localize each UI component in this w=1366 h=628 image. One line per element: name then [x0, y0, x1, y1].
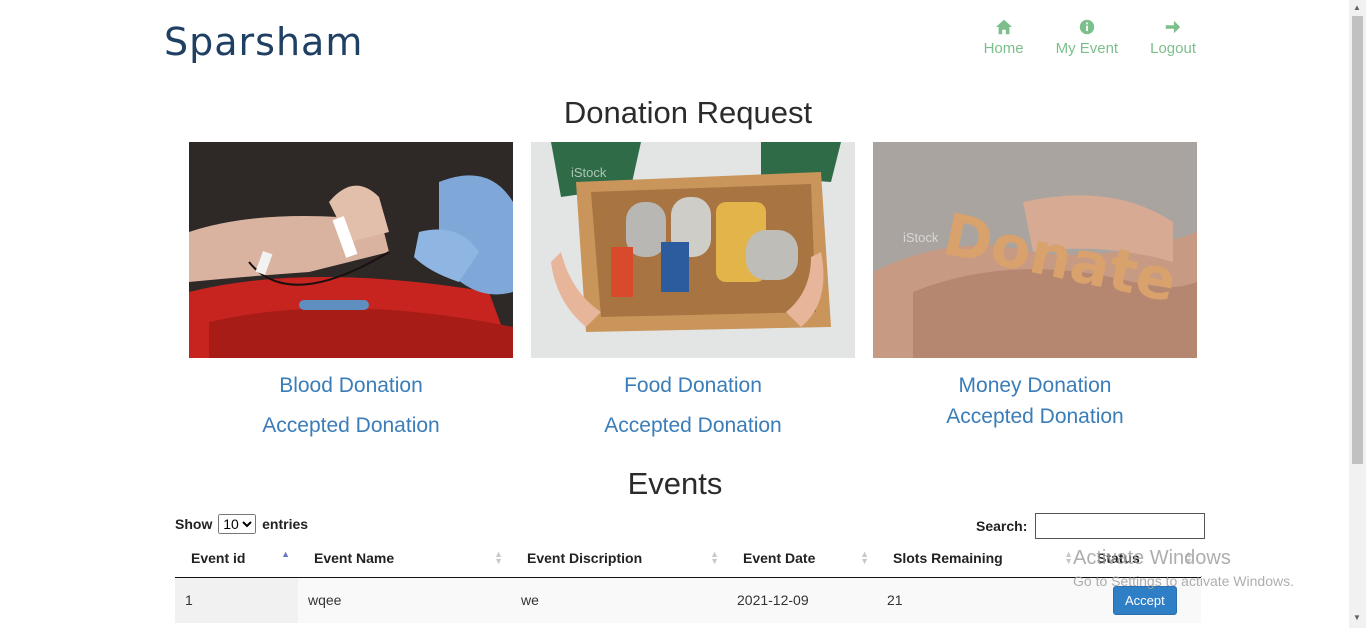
- col-slots-remaining-label: Slots Remaining: [893, 550, 1003, 567]
- sort-icon: ▲ ▼: [710, 549, 719, 566]
- nav-logout[interactable]: Logout: [1150, 18, 1196, 57]
- table-row: 1 wqee we 2021-12-09 21 Accept: [175, 577, 1201, 623]
- money-image-watermark: iStock: [903, 230, 939, 245]
- food-donation-image[interactable]: iStock: [531, 142, 855, 358]
- search-control: Search:: [976, 513, 1206, 539]
- money-accepted-donation-link[interactable]: Accepted Donation: [873, 405, 1197, 429]
- cell-status: Accept: [1081, 577, 1201, 623]
- nav-my-event[interactable]: My Event: [1055, 18, 1119, 57]
- blood-donation-illustration: [189, 142, 513, 358]
- blood-donation-link[interactable]: Blood Donation: [189, 374, 513, 398]
- col-event-name-label: Event Name: [314, 550, 395, 567]
- col-event-date-label: Event Date: [743, 550, 816, 567]
- scrollbar-thumb[interactable]: [1352, 16, 1363, 464]
- money-donation-image[interactable]: Donate iStock: [873, 142, 1197, 358]
- nav-logout-label: Logout: [1150, 40, 1196, 57]
- top-nav: Home My Event Logout: [984, 18, 1196, 57]
- show-label: Show: [175, 516, 213, 532]
- entries-select[interactable]: 10: [218, 514, 257, 534]
- col-event-date[interactable]: Event Date ▲ ▼: [727, 540, 877, 578]
- food-donation-illustration: iStock: [531, 142, 855, 358]
- sort-icon: ▲ ▼: [494, 549, 503, 566]
- cell-slots-remaining: 21: [877, 577, 1081, 623]
- page-title: Donation Request: [563, 95, 813, 130]
- col-event-id[interactable]: Event id ▲: [175, 540, 298, 578]
- blood-accepted-donation-link[interactable]: Accepted Donation: [189, 414, 513, 438]
- brand-logo[interactable]: Sparsham: [164, 20, 363, 64]
- card-food-donation: iStock Food Donation Accepted Donation: [531, 142, 855, 438]
- table-header-row: Event id ▲ Event Name ▲ ▼ Event Discripti…: [175, 540, 1201, 578]
- sort-icon: ▲ ▼: [1064, 549, 1073, 566]
- food-donation-link[interactable]: Food Donation: [531, 374, 855, 398]
- cell-event-id: 1: [175, 577, 298, 623]
- blood-donation-image[interactable]: [189, 142, 513, 358]
- info-icon: [1079, 19, 1095, 35]
- vertical-scrollbar[interactable]: ▲ ▼: [1349, 0, 1366, 628]
- scroll-down-icon[interactable]: ▼: [1353, 613, 1361, 622]
- nav-my-event-label: My Event: [1055, 40, 1119, 57]
- card-blood-donation: Blood Donation Accepted Donation: [189, 142, 513, 438]
- food-image-watermark: iStock: [571, 165, 607, 180]
- nav-home-label: Home: [983, 40, 1024, 57]
- col-status-label: Status: [1097, 550, 1140, 567]
- show-entries-control: Show 10 entries: [175, 514, 308, 534]
- entries-label: entries: [262, 516, 309, 532]
- sort-icon: ▲ ▼: [1184, 549, 1193, 566]
- cell-event-date: 2021-12-09: [727, 577, 877, 623]
- card-money-donation: Donate iStock Money Donation Accepted Do…: [873, 142, 1197, 429]
- cell-event-name: wqee: [298, 577, 511, 623]
- sort-asc-icon: ▲: [281, 549, 290, 559]
- events-table: Event id ▲ Event Name ▲ ▼ Event Discripti…: [175, 540, 1201, 623]
- home-icon: [995, 19, 1012, 35]
- arrow-right-icon: [1165, 20, 1181, 34]
- nav-home[interactable]: Home: [984, 18, 1024, 57]
- accept-button[interactable]: Accept: [1113, 585, 1177, 615]
- money-donation-illustration: Donate iStock: [873, 142, 1197, 358]
- col-event-description[interactable]: Event Discription ▲ ▼: [511, 540, 727, 578]
- col-event-id-label: Event id: [191, 550, 246, 567]
- col-status[interactable]: Status ▲ ▼: [1081, 540, 1201, 578]
- search-input[interactable]: [1035, 513, 1206, 539]
- scroll-up-icon[interactable]: ▲: [1353, 3, 1361, 12]
- col-event-name[interactable]: Event Name ▲ ▼: [298, 540, 511, 578]
- col-slots-remaining[interactable]: Slots Remaining ▲ ▼: [877, 540, 1081, 578]
- money-donation-link[interactable]: Money Donation: [873, 374, 1197, 398]
- cell-event-description: we: [511, 577, 727, 623]
- food-accepted-donation-link[interactable]: Accepted Donation: [531, 414, 855, 438]
- events-title: Events: [627, 466, 723, 501]
- col-event-description-label: Event Discription: [527, 550, 643, 567]
- search-label: Search:: [976, 518, 1028, 534]
- sort-icon: ▲ ▼: [860, 549, 869, 566]
